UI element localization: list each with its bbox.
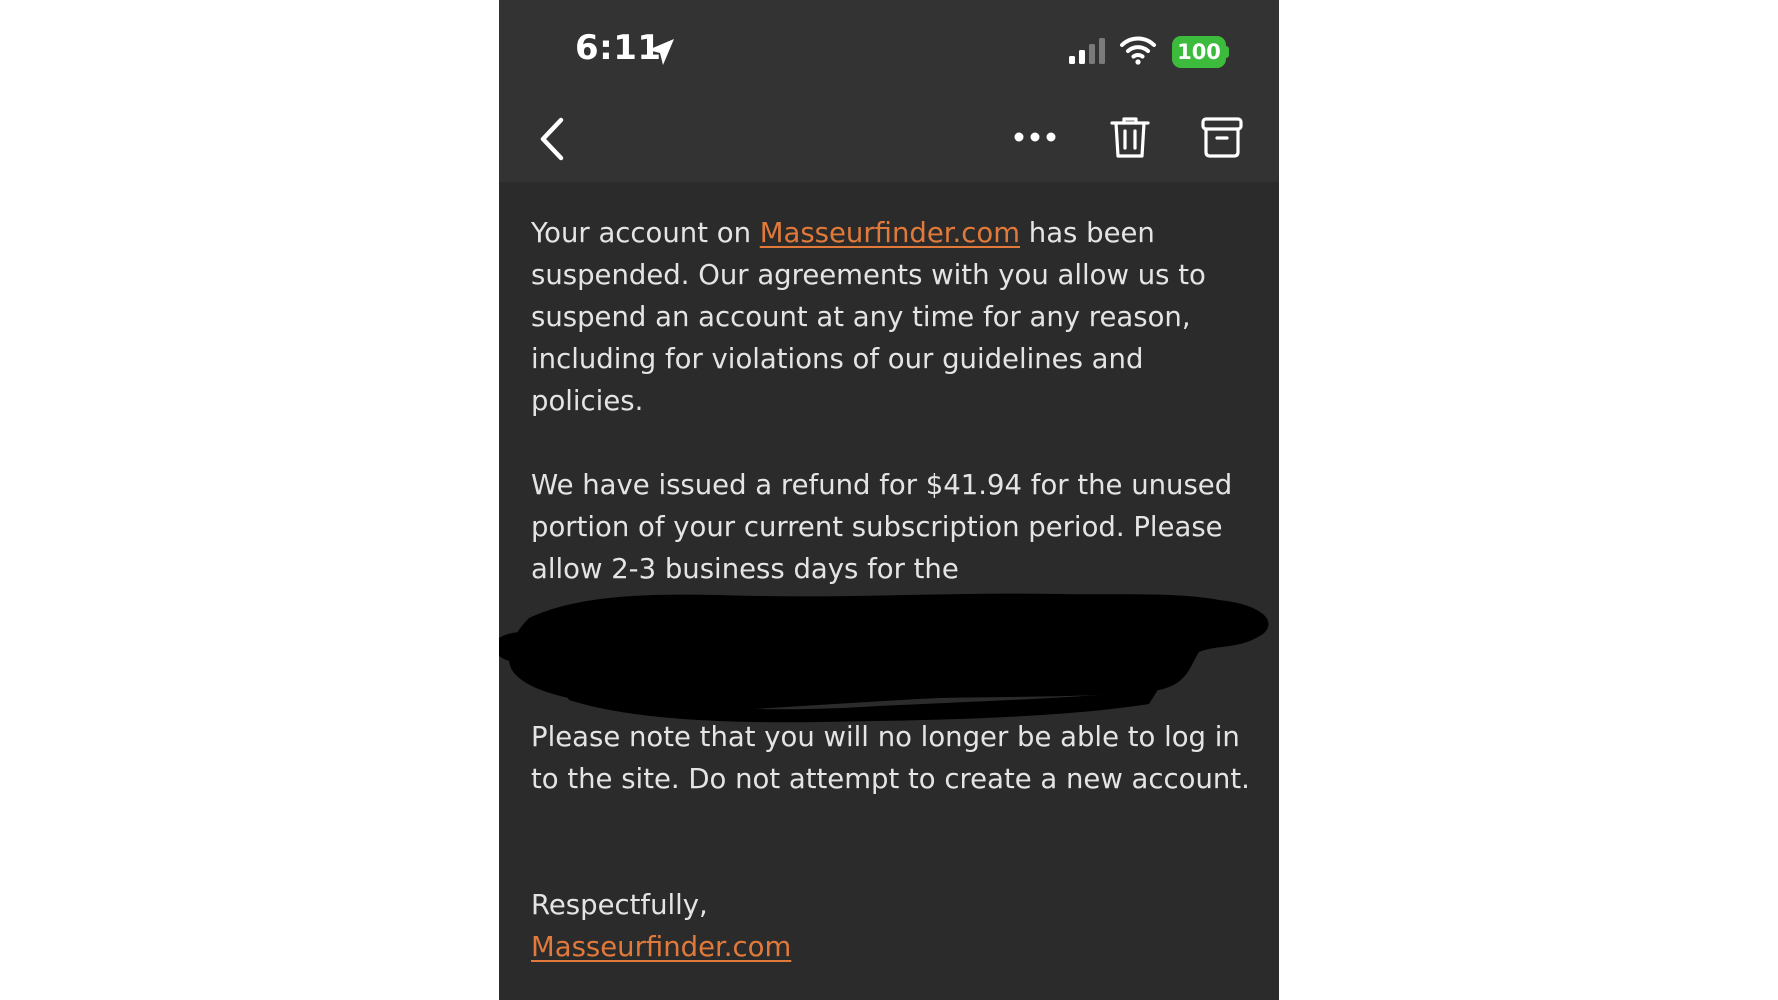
chevron-left-icon	[540, 117, 564, 161]
battery-level: 100	[1177, 40, 1221, 64]
closing-text: Respectfully,	[531, 889, 708, 921]
top-bar: 6:11 100	[499, 0, 1279, 182]
masseurfinder-link[interactable]: Masseurfinder.com	[760, 217, 1020, 249]
wifi-icon	[1120, 36, 1156, 65]
trash-icon	[1110, 117, 1150, 158]
location-arrow-icon	[648, 39, 674, 65]
battery-nub	[1225, 46, 1229, 58]
mail-app-screen: 6:11 100 Your account on Masseurfinder.c…	[499, 0, 1279, 1000]
back-button[interactable]	[535, 114, 571, 164]
paragraph-text: Your account on	[531, 217, 760, 249]
redaction-mark	[499, 593, 1269, 723]
battery-icon: 100	[1172, 36, 1226, 68]
trash-button[interactable]	[1107, 114, 1153, 160]
archive-icon	[1201, 117, 1243, 158]
email-paragraph-refund: We have issued a refund for $41.94 for t…	[531, 469, 1233, 585]
archive-button[interactable]	[1199, 114, 1245, 160]
cellular-signal-icon	[1069, 38, 1105, 64]
email-paragraph-suspension: Your account on Masseurfinder.com has be…	[531, 212, 1251, 422]
more-dots-icon	[1014, 132, 1056, 142]
more-button[interactable]	[1011, 122, 1059, 152]
signature-link[interactable]: Masseurfinder.com	[531, 931, 791, 963]
email-signoff: Respectfully, Masseurfinder.com	[531, 884, 1251, 968]
